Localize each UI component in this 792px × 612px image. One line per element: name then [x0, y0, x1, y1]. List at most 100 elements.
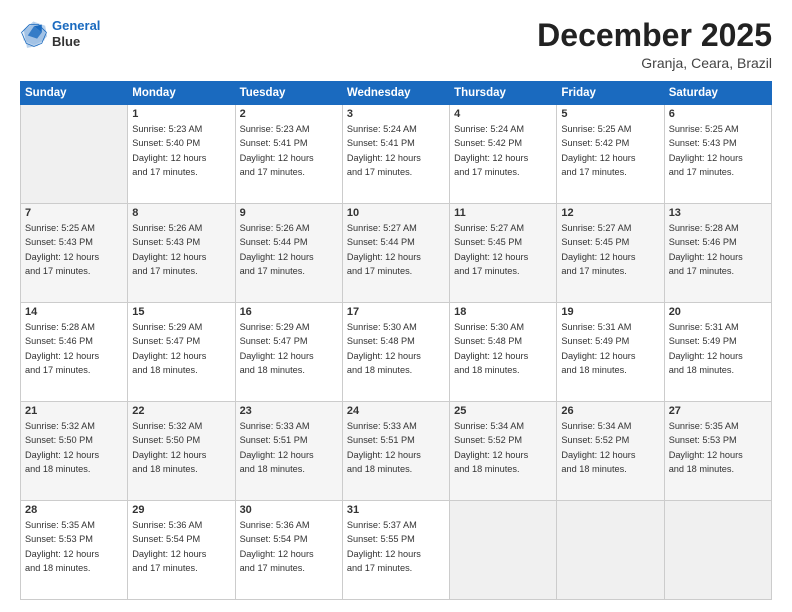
cell-info: Sunrise: 5:33 AM Sunset: 5:51 PM Dayligh… — [347, 419, 445, 476]
calendar-table: SundayMondayTuesdayWednesdayThursdayFrid… — [20, 81, 772, 600]
calendar-cell: 21 Sunrise: 5:32 AM Sunset: 5:50 PM Dayli… — [21, 402, 128, 501]
cell-info: Sunrise: 5:25 AM Sunset: 5:42 PM Dayligh… — [561, 122, 659, 179]
day-header-monday: Monday — [128, 82, 235, 105]
cell-day-number: 23 — [240, 405, 338, 417]
cell-day-number: 18 — [454, 306, 552, 318]
cell-info: Sunrise: 5:27 AM Sunset: 5:45 PM Dayligh… — [561, 221, 659, 278]
calendar-cell — [557, 501, 664, 600]
cell-day-number: 31 — [347, 504, 445, 516]
cell-info: Sunrise: 5:24 AM Sunset: 5:41 PM Dayligh… — [347, 122, 445, 179]
day-header-friday: Friday — [557, 82, 664, 105]
day-header-wednesday: Wednesday — [342, 82, 449, 105]
calendar-cell: 30 Sunrise: 5:36 AM Sunset: 5:54 PM Dayli… — [235, 501, 342, 600]
cell-day-number: 14 — [25, 306, 123, 318]
calendar-cell: 28 Sunrise: 5:35 AM Sunset: 5:53 PM Dayli… — [21, 501, 128, 600]
day-header-saturday: Saturday — [664, 82, 771, 105]
cell-info: Sunrise: 5:24 AM Sunset: 5:42 PM Dayligh… — [454, 122, 552, 179]
calendar-cell: 22 Sunrise: 5:32 AM Sunset: 5:50 PM Dayli… — [128, 402, 235, 501]
calendar-cell: 4 Sunrise: 5:24 AM Sunset: 5:42 PM Daylig… — [450, 105, 557, 204]
calendar-cell: 14 Sunrise: 5:28 AM Sunset: 5:46 PM Dayli… — [21, 303, 128, 402]
logo-text: General Blue — [52, 18, 100, 49]
cell-info: Sunrise: 5:26 AM Sunset: 5:43 PM Dayligh… — [132, 221, 230, 278]
calendar-cell — [21, 105, 128, 204]
cell-day-number: 4 — [454, 108, 552, 120]
day-header-sunday: Sunday — [21, 82, 128, 105]
calendar-cell: 3 Sunrise: 5:24 AM Sunset: 5:41 PM Daylig… — [342, 105, 449, 204]
cell-info: Sunrise: 5:36 AM Sunset: 5:54 PM Dayligh… — [240, 518, 338, 575]
calendar-week-2: 14 Sunrise: 5:28 AM Sunset: 5:46 PM Dayli… — [21, 303, 772, 402]
cell-day-number: 6 — [669, 108, 767, 120]
cell-day-number: 26 — [561, 405, 659, 417]
days-row: SundayMondayTuesdayWednesdayThursdayFrid… — [21, 82, 772, 105]
calendar-cell: 2Sunrise: 5:23 AM Sunset: 5:41 PM Daylig… — [235, 105, 342, 204]
cell-info: Sunrise: 5:32 AM Sunset: 5:50 PM Dayligh… — [132, 419, 230, 476]
calendar-cell: 7 Sunrise: 5:25 AM Sunset: 5:43 PM Daylig… — [21, 204, 128, 303]
cell-day-number: 12 — [561, 207, 659, 219]
cell-info: Sunrise: 5:37 AM Sunset: 5:55 PM Dayligh… — [347, 518, 445, 575]
cell-day-number: 17 — [347, 306, 445, 318]
cell-info: Sunrise: 5:26 AM Sunset: 5:44 PM Dayligh… — [240, 221, 338, 278]
calendar-cell — [664, 501, 771, 600]
cell-day-number: 28 — [25, 504, 123, 516]
cell-info: Sunrise: 5:27 AM Sunset: 5:45 PM Dayligh… — [454, 221, 552, 278]
main-title: December 2025 — [537, 18, 772, 53]
calendar-cell: 15Sunrise: 5:29 AM Sunset: 5:47 PM Dayli… — [128, 303, 235, 402]
cell-day-number: 25 — [454, 405, 552, 417]
calendar-cell: 26 Sunrise: 5:34 AM Sunset: 5:52 PM Dayli… — [557, 402, 664, 501]
cell-day-number: 24 — [347, 405, 445, 417]
calendar-cell: 31 Sunrise: 5:37 AM Sunset: 5:55 PM Dayli… — [342, 501, 449, 600]
cell-info: Sunrise: 5:23 AM Sunset: 5:40 PM Dayligh… — [132, 122, 230, 179]
subtitle: Granja, Ceara, Brazil — [537, 55, 772, 71]
cell-day-number: 7 — [25, 207, 123, 219]
title-block: December 2025 Granja, Ceara, Brazil — [537, 18, 772, 71]
calendar-cell: 9Sunrise: 5:26 AM Sunset: 5:44 PM Daylig… — [235, 204, 342, 303]
cell-day-number: 29 — [132, 504, 230, 516]
cell-day-number: 15 — [132, 306, 230, 318]
calendar-week-1: 7 Sunrise: 5:25 AM Sunset: 5:43 PM Daylig… — [21, 204, 772, 303]
cell-info: Sunrise: 5:32 AM Sunset: 5:50 PM Dayligh… — [25, 419, 123, 476]
cell-day-number: 19 — [561, 306, 659, 318]
cell-day-number: 2 — [240, 108, 338, 120]
cell-info: Sunrise: 5:31 AM Sunset: 5:49 PM Dayligh… — [669, 320, 767, 377]
calendar-cell: 11 Sunrise: 5:27 AM Sunset: 5:45 PM Dayli… — [450, 204, 557, 303]
cell-info: Sunrise: 5:30 AM Sunset: 5:48 PM Dayligh… — [454, 320, 552, 377]
calendar-cell: 13Sunrise: 5:28 AM Sunset: 5:46 PM Dayli… — [664, 204, 771, 303]
cell-day-number: 16 — [240, 306, 338, 318]
cell-day-number: 22 — [132, 405, 230, 417]
cell-day-number: 20 — [669, 306, 767, 318]
cell-day-number: 30 — [240, 504, 338, 516]
calendar-cell: 17 Sunrise: 5:30 AM Sunset: 5:48 PM Dayli… — [342, 303, 449, 402]
calendar-cell: 24 Sunrise: 5:33 AM Sunset: 5:51 PM Dayli… — [342, 402, 449, 501]
logo-line2: Blue — [52, 34, 100, 50]
calendar-cell: 5Sunrise: 5:25 AM Sunset: 5:42 PM Daylig… — [557, 105, 664, 204]
logo: General Blue — [20, 18, 100, 49]
calendar-cell: 18 Sunrise: 5:30 AM Sunset: 5:48 PM Dayli… — [450, 303, 557, 402]
day-header-tuesday: Tuesday — [235, 82, 342, 105]
cell-day-number: 27 — [669, 405, 767, 417]
cell-info: Sunrise: 5:30 AM Sunset: 5:48 PM Dayligh… — [347, 320, 445, 377]
cell-day-number: 8 — [132, 207, 230, 219]
cell-info: Sunrise: 5:27 AM Sunset: 5:44 PM Dayligh… — [347, 221, 445, 278]
cell-info: Sunrise: 5:28 AM Sunset: 5:46 PM Dayligh… — [25, 320, 123, 377]
calendar-body: 1Sunrise: 5:23 AM Sunset: 5:40 PM Daylig… — [21, 105, 772, 600]
header: General Blue December 2025 Granja, Ceara… — [20, 18, 772, 71]
calendar-cell: 20 Sunrise: 5:31 AM Sunset: 5:49 PM Dayli… — [664, 303, 771, 402]
calendar-cell: 10 Sunrise: 5:27 AM Sunset: 5:44 PM Dayli… — [342, 204, 449, 303]
cell-day-number: 11 — [454, 207, 552, 219]
cell-info: Sunrise: 5:35 AM Sunset: 5:53 PM Dayligh… — [25, 518, 123, 575]
calendar-cell: 27Sunrise: 5:35 AM Sunset: 5:53 PM Dayli… — [664, 402, 771, 501]
cell-day-number: 21 — [25, 405, 123, 417]
calendar-cell: 12 Sunrise: 5:27 AM Sunset: 5:45 PM Dayli… — [557, 204, 664, 303]
cell-day-number: 10 — [347, 207, 445, 219]
calendar-cell: 6Sunrise: 5:25 AM Sunset: 5:43 PM Daylig… — [664, 105, 771, 204]
calendar-week-3: 21 Sunrise: 5:32 AM Sunset: 5:50 PM Dayli… — [21, 402, 772, 501]
cell-day-number: 3 — [347, 108, 445, 120]
calendar-header: SundayMondayTuesdayWednesdayThursdayFrid… — [21, 82, 772, 105]
logo-icon — [20, 20, 48, 48]
cell-info: Sunrise: 5:33 AM Sunset: 5:51 PM Dayligh… — [240, 419, 338, 476]
cell-info: Sunrise: 5:34 AM Sunset: 5:52 PM Dayligh… — [454, 419, 552, 476]
cell-info: Sunrise: 5:34 AM Sunset: 5:52 PM Dayligh… — [561, 419, 659, 476]
calendar-week-0: 1Sunrise: 5:23 AM Sunset: 5:40 PM Daylig… — [21, 105, 772, 204]
cell-info: Sunrise: 5:25 AM Sunset: 5:43 PM Dayligh… — [25, 221, 123, 278]
cell-info: Sunrise: 5:29 AM Sunset: 5:47 PM Dayligh… — [240, 320, 338, 377]
